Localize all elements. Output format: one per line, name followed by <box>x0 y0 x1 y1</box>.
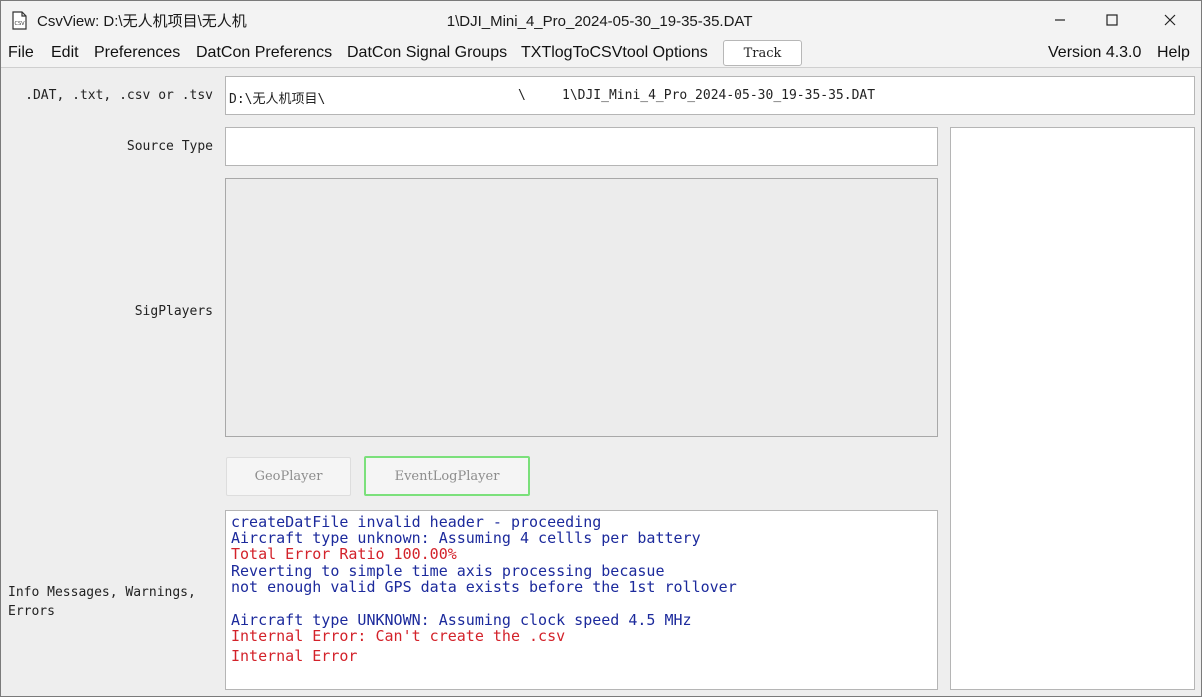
sigplayers-label: SigPlayers <box>134 304 213 319</box>
minimize-button[interactable] <box>1037 1 1083 39</box>
messages-panel[interactable]: createDatFile invalid header - proceedin… <box>225 510 938 690</box>
menu-edit[interactable]: Edit <box>51 44 79 62</box>
message-line-error: Internal Error <box>231 647 358 665</box>
menu-file[interactable]: File <box>8 44 34 62</box>
sigplayers-panel <box>225 178 938 437</box>
window-title-suffix: 1\DJI_Mini_4_Pro_2024-05-30_19-35-35.DAT <box>446 13 753 30</box>
menu-txtlog-options[interactable]: TXTlogToCSVtool Options <box>521 44 708 62</box>
messages-label-line2: Errors <box>8 604 55 619</box>
maximize-icon <box>1106 14 1118 26</box>
menu-datcon-signal-groups[interactable]: DatCon Signal Groups <box>347 44 507 62</box>
file-path-mid: \ <box>518 88 526 103</box>
maximize-button[interactable] <box>1089 1 1135 39</box>
file-path-field[interactable]: D:\无人机项目\ \ 1\DJI_Mini_4_Pro_2024-05-30_… <box>225 76 1195 115</box>
svg-text:CSV: CSV <box>15 21 26 27</box>
menu-bar: File Edit Preferences DatCon Preferencs … <box>1 39 1201 68</box>
close-icon <box>1164 14 1176 26</box>
side-panel <box>950 127 1195 690</box>
file-path-end: 1\DJI_Mini_4_Pro_2024-05-30_19-35-35.DAT <box>562 88 876 103</box>
file-path-label: .DAT, .txt, .csv or .tsv <box>25 88 213 103</box>
minimize-icon <box>1054 14 1066 26</box>
menu-datcon-preferences[interactable]: DatCon Preferencs <box>196 44 332 62</box>
file-icon: CSV <box>11 11 28 30</box>
geoplayer-button[interactable]: GeoPlayer <box>226 457 351 496</box>
source-type-field[interactable] <box>225 127 938 166</box>
file-path-start: D:\无人机项目\ <box>229 92 326 107</box>
messages-label-line1: Info Messages, Warnings, <box>8 585 196 600</box>
menu-preferences[interactable]: Preferences <box>94 44 180 62</box>
version-label: Version 4.3.0 <box>1048 44 1142 61</box>
window-title-prefix: CsvView: D:\无人机项目\无人机 <box>37 13 247 30</box>
message-line-error: Total Error Ratio 100.00% <box>231 545 457 563</box>
eventlogplayer-button[interactable]: EventLogPlayer <box>364 456 530 496</box>
title-bar: CSV CsvView: D:\无人机项目\无人机 1\DJI_Mini_4_Pr… <box>1 1 1201 39</box>
source-type-label: Source Type <box>126 139 213 154</box>
window-title: CsvView: D:\无人机项目\无人机 1\DJI_Mini_4_Pro_20… <box>37 10 753 31</box>
menu-help[interactable]: Help <box>1157 44 1190 62</box>
csvview-window: CSV CsvView: D:\无人机项目\无人机 1\DJI_Mini_4_Pr… <box>0 0 1202 697</box>
message-line-error: Internal Error: Can't create the .csv <box>231 627 566 645</box>
message-line-info: not enough valid GPS data exists before … <box>231 578 737 596</box>
track-button[interactable]: Track <box>723 40 802 66</box>
close-button[interactable] <box>1147 1 1193 39</box>
